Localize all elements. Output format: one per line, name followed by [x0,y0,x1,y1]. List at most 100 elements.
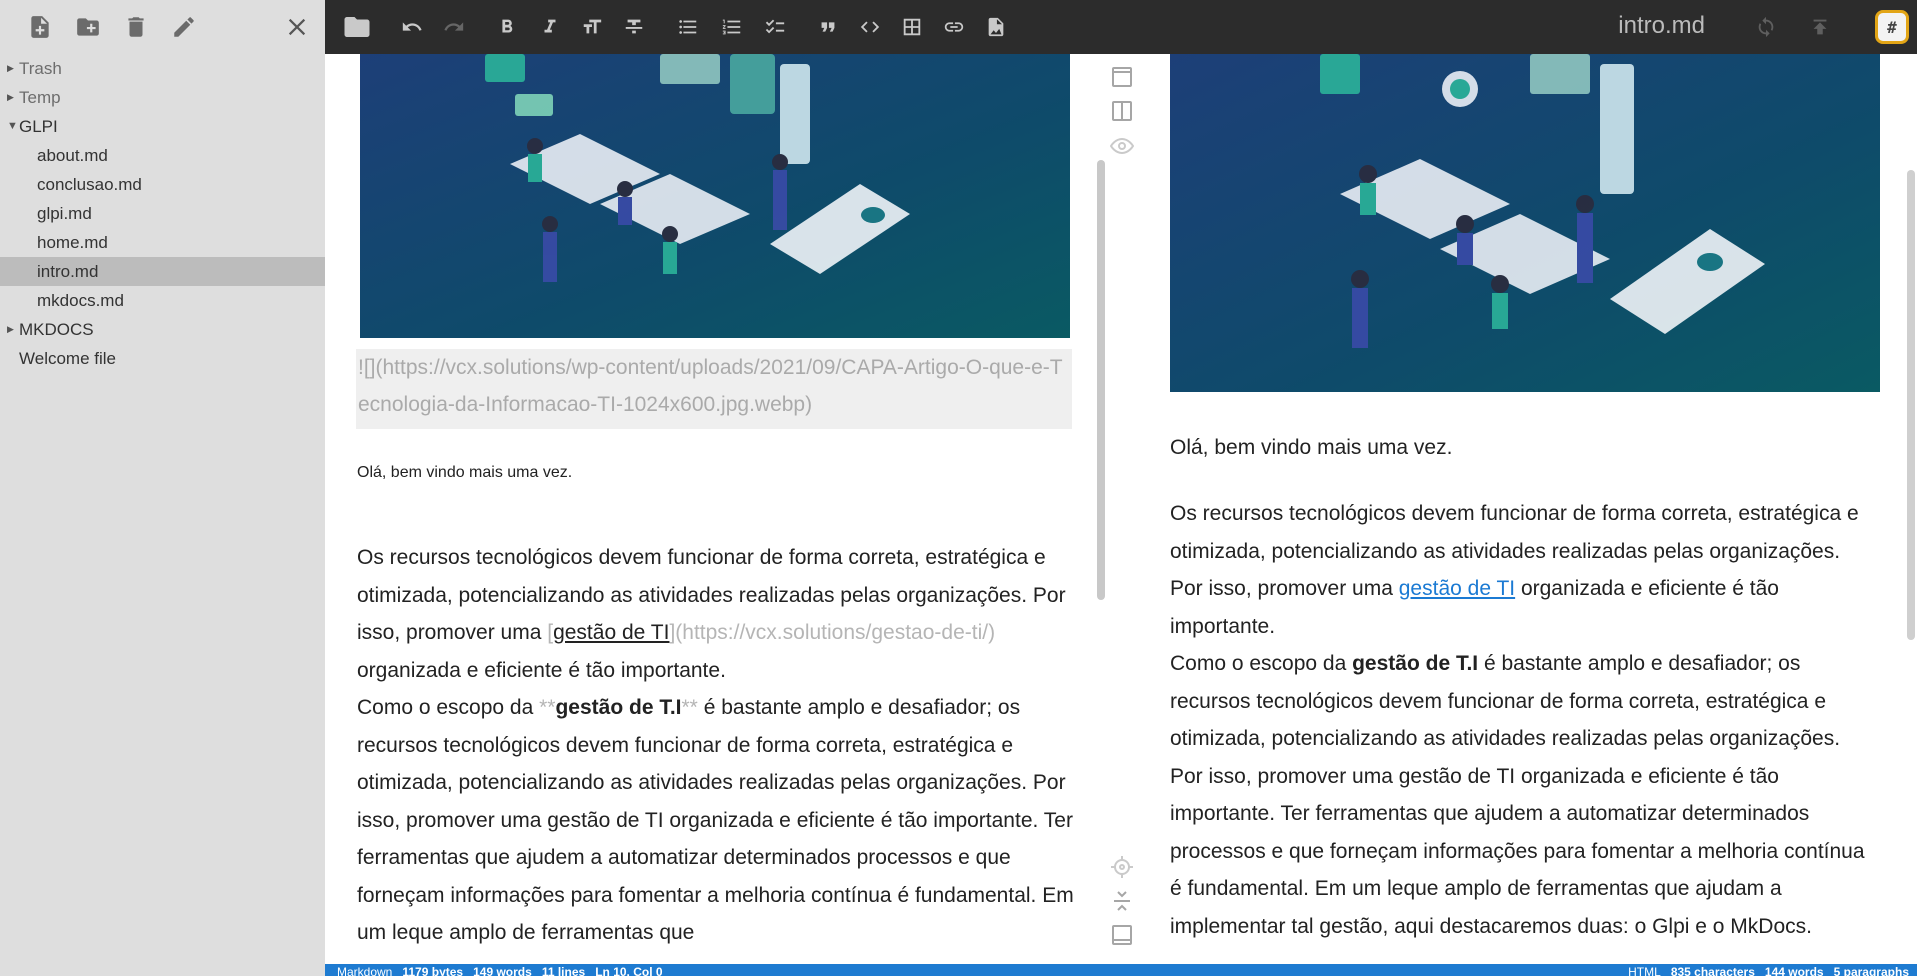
tree-item-label: MKDOCS [19,320,94,339]
preview-text: é bastante amplo e desafiador; os recurs… [1170,652,1865,938]
document-title[interactable]: intro.md [1618,12,1705,40]
scroll-sync-target-icon[interactable] [1109,854,1135,880]
rename-pencil-icon[interactable] [160,0,208,54]
status-format: HTML [1628,965,1661,976]
md-bold-marker: ** [681,696,698,719]
close-explorer-icon[interactable] [283,13,311,41]
preview-eye-icon[interactable] [1109,133,1135,159]
tree-item-label: conclusao.md [37,175,142,194]
image-icon[interactable] [979,0,1013,54]
preview-link-gestao-de-ti[interactable]: gestão de TI [1399,577,1515,600]
tree-file-intro[interactable]: intro.md [0,257,325,286]
preview-scrollbar-thumb[interactable] [1907,170,1915,640]
md-link-url: ](https://vcx.solutions/gestao-de-ti/) [669,621,996,644]
file-tree: ▶ Trash ▶ Temp ▼ GLPI about.md conclusao.md… [0,54,325,373]
tree-file-about[interactable]: about.md [0,141,325,170]
folder-caret-open-icon: ▼ [7,120,18,132]
toggle-side-preview-icon[interactable] [1109,98,1135,124]
markdown-editor[interactable]: ![](https://vcx.solutions/wp-content/upl… [325,54,1105,964]
toggle-navbar-icon[interactable] [1109,64,1135,90]
tree-item-label: home.md [37,233,108,252]
status-left: Markdown 1179 bytes 149 words 11 lines L… [337,964,663,976]
folder-caret-icon: ▶ [7,92,14,102]
italic-icon[interactable] [533,0,567,54]
status-bytes: 1179 bytes [402,965,464,976]
toggle-status-bar-icon[interactable] [1109,888,1135,914]
image-markdown-source: ![](https://vcx.solutions/wp-content/upl… [356,349,1072,429]
editor-link-text[interactable]: gestão de TI [553,621,669,644]
preview-bold-text: gestão de T.I [1352,652,1479,675]
editor-text: é bastante amplo e desafiador; os recurs… [357,696,1074,944]
bullet-list-icon[interactable] [671,0,705,54]
status-preview-words: 144 words [1764,965,1824,976]
strikethrough-icon[interactable] [617,0,651,54]
checklist-icon[interactable] [758,0,792,54]
code-icon[interactable] [853,0,887,54]
editor-text: organizada e eficiente é tão importante. [357,658,726,682]
editor-paragraph-3: Como o escopo da **gestão de T.I** é bas… [357,689,1077,952]
editor-text: Como o escopo da [357,696,540,719]
new-folder-icon[interactable] [64,0,112,54]
tree-folder-mkdocs[interactable]: ▶ MKDOCS [0,315,325,344]
delete-icon[interactable] [112,0,160,54]
tree-item-label: mkdocs.md [37,291,124,310]
preview-image [1170,54,1880,392]
blockquote-icon[interactable] [811,0,845,54]
editor-scrollbar-thumb[interactable] [1097,160,1105,600]
status-mode: Markdown [337,965,393,976]
status-words: 149 words [473,965,532,976]
preview-paragraph-3: Como o escopo da gestão de T.I é bastant… [1170,645,1875,945]
editor-paragraph-1: Olá, bem vindo mais uma vez. [357,464,573,481]
bold-icon[interactable] [490,0,524,54]
file-explorer: ▶ Trash ▶ Temp ▼ GLPI about.md conclusao.md… [0,0,325,976]
toggle-statusbar-panel-icon[interactable] [1109,922,1135,948]
markdown-preview: Olá, bem vindo mais uma vez. Os recursos… [1139,54,1905,964]
publish-upload-icon[interactable] [1803,0,1837,54]
status-lines: 11 lines [541,965,586,976]
table-icon[interactable] [895,0,929,54]
tree-file-home[interactable]: home.md [0,228,325,257]
link-icon[interactable] [937,0,971,54]
toggle-explorer-folder-icon[interactable] [337,0,377,54]
redo-icon[interactable] [437,0,471,54]
tree-file-conclusao[interactable]: conclusao.md [0,170,325,199]
preview-paragraph-2: Os recursos tecnológicos devem funcionar… [1170,495,1875,645]
workspace-menu-button[interactable]: # [1875,10,1909,44]
tree-folder-temp[interactable]: ▶ Temp [0,83,325,112]
undo-icon[interactable] [395,0,429,54]
layout-button-bar [1105,54,1139,964]
tree-item-label: Temp [19,88,61,107]
folder-caret-icon: ▶ [7,63,14,73]
it-illustration-image [360,54,1070,338]
explorer-toolbar [0,0,325,54]
sync-icon[interactable] [1749,0,1783,54]
editor-navbar: intro.md # [325,0,1917,54]
tree-file-welcome[interactable]: Welcome file [0,344,325,373]
tree-file-glpi[interactable]: glpi.md [0,199,325,228]
preview-text: Como o escopo da [1170,652,1353,675]
editor-bold-text: gestão de T.I [555,696,682,719]
folder-caret-icon: ▶ [7,324,14,334]
tree-folder-glpi[interactable]: ▼ GLPI [0,112,325,141]
editor-inline-image [360,54,1070,338]
status-cursor-position: Ln 10, Col 0 [595,965,663,976]
numbered-list-icon[interactable] [715,0,749,54]
preview-paragraph-1: Olá, bem vindo mais uma vez. [1170,436,1453,459]
editor-paragraph-2: Os recursos tecnológicos devem funcionar… [357,539,1077,689]
status-bar: Markdown 1179 bytes 149 words 11 lines L… [325,964,1917,976]
status-right: HTML 835 characters 144 words 5 paragrap… [1628,964,1909,976]
heading-icon[interactable] [575,0,609,54]
tree-item-label: about.md [37,146,108,165]
tree-item-label: GLPI [19,117,58,136]
tree-item-label: Welcome file [19,349,116,368]
tree-item-label: glpi.md [37,204,92,223]
status-characters: 835 characters [1670,965,1755,976]
tree-folder-trash[interactable]: ▶ Trash [0,54,325,83]
md-bold-marker: ** [539,696,556,719]
tree-file-mkdocs[interactable]: mkdocs.md [0,286,325,315]
status-paragraphs: 5 paragraphs [1833,965,1909,976]
tree-item-label: Trash [19,59,62,78]
it-illustration-preview-image [1170,54,1880,392]
tree-item-label: intro.md [37,262,99,281]
new-file-icon[interactable] [16,0,64,54]
